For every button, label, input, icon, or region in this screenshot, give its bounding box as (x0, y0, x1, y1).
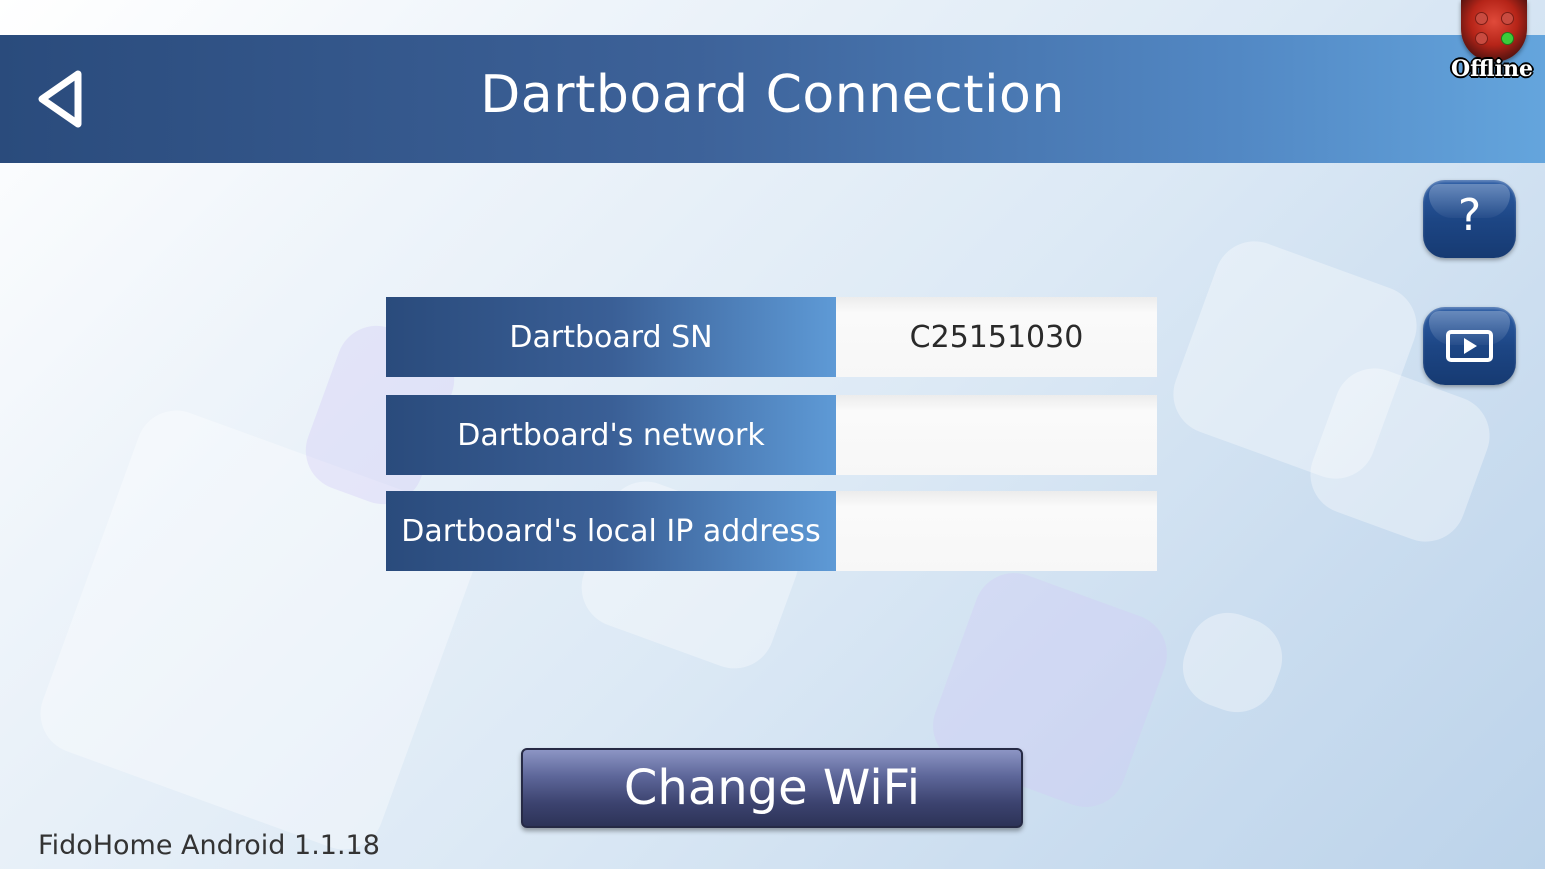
background-hexagon (1171, 601, 1294, 724)
page-title: Dartboard Connection (480, 65, 1065, 125)
dartboard-status-icon (1461, 0, 1527, 62)
info-row-ip-address: Dartboard's local IP address (386, 491, 1157, 571)
app-version: FidoHome Android 1.1.18 (38, 830, 380, 861)
connection-status[interactable]: Offline (1443, 0, 1541, 88)
info-row-network: Dartboard's network (386, 395, 1157, 475)
help-button[interactable]: ? (1423, 180, 1516, 258)
ip-address-label: Dartboard's local IP address (386, 491, 836, 571)
info-row-serial-number: Dartboard SN C25151030 (386, 297, 1157, 377)
change-wifi-button[interactable]: Change WiFi (521, 748, 1023, 828)
video-play-icon (1446, 330, 1493, 362)
network-value (836, 395, 1157, 475)
status-label: Offline (1450, 56, 1534, 82)
question-mark-icon: ? (1457, 190, 1482, 241)
ip-address-value (836, 491, 1157, 571)
header-bar: Dartboard Connection (0, 35, 1545, 163)
serial-number-label: Dartboard SN (386, 297, 836, 377)
network-label: Dartboard's network (386, 395, 836, 475)
serial-number-value: C25151030 (836, 297, 1157, 377)
video-tutorial-button[interactable] (1423, 307, 1516, 385)
